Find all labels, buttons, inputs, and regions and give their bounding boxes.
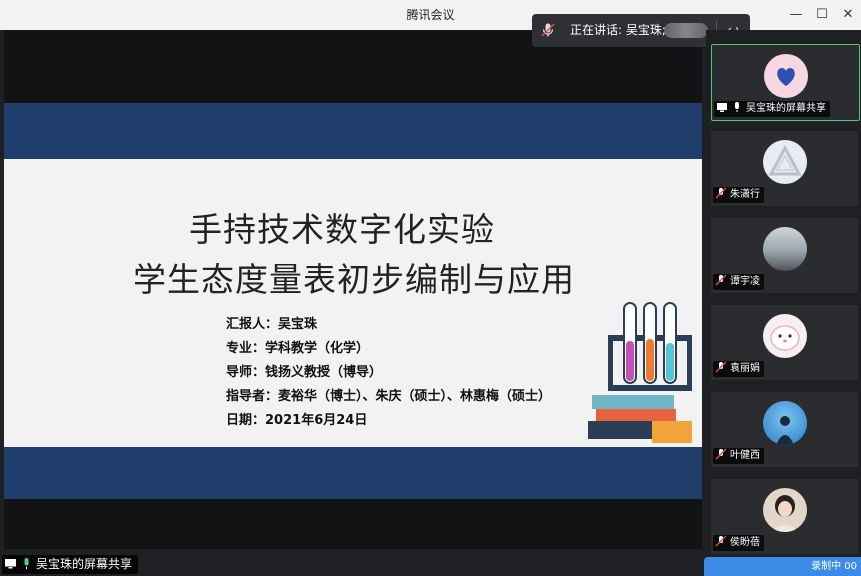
screen-share-icon	[5, 559, 16, 569]
slide-bottom-band	[4, 447, 702, 499]
participant-name: 朱潇行	[730, 189, 760, 200]
presentation-slide: 手持技术数字化实验 学生态度量表初步编制与应用 汇报人：吴宝珠 专业：学科教学（…	[4, 103, 702, 499]
info-value: 学科教学（化学）	[265, 341, 370, 356]
participant-name: 谭宇凌	[730, 276, 760, 287]
participant-tile[interactable]: 吴宝珠的屏幕共享	[711, 44, 860, 121]
participant-label: 吴宝珠的屏幕共享	[714, 101, 830, 117]
mic-off-icon	[715, 448, 727, 460]
slide-info-reporter: 汇报人：吴宝珠	[226, 313, 317, 332]
slide-info-instructors: 指导者：麦裕华（博士）、朱庆（硕士）、林惠梅（硕士）	[226, 385, 551, 404]
slide-info-major: 专业：学科教学（化学）	[226, 337, 369, 356]
slide-info-date: 日期：2021年6月24日	[226, 409, 367, 428]
mic-icon	[735, 102, 739, 112]
screen-share-banner[interactable]: 吴宝珠的屏幕共享	[2, 555, 139, 574]
blurred-name	[664, 23, 708, 38]
participant-label: 谭宇凌	[713, 274, 764, 290]
mic-off-icon	[715, 274, 727, 286]
participant-tile[interactable]: 朱潇行	[711, 131, 858, 206]
participant-tile[interactable]: 叶健西	[711, 392, 858, 467]
participant-name: 袁丽娟	[730, 363, 760, 374]
participant-label: 叶健西	[713, 448, 764, 464]
participant-label: 朱潇行	[713, 187, 764, 203]
participant-tile[interactable]: 谭宇凌	[711, 218, 858, 293]
recording-status[interactable]: 录制中 00	[704, 557, 861, 576]
mic-off-icon	[715, 187, 727, 199]
participant-label: 袁丽娟	[713, 361, 764, 377]
silhouette-icon	[776, 416, 794, 445]
test-tubes-books-illustration	[588, 302, 692, 443]
mic-off-icon	[541, 23, 555, 37]
participant-name: 吴宝珠的屏幕共享	[746, 103, 826, 114]
share-banner-label: 吴宝珠的屏幕共享	[36, 557, 133, 571]
heart-icon	[777, 68, 795, 86]
participant-label: 侯盼蓓	[713, 535, 764, 551]
slide-info-advisor: 导师：钱扬义教授（博导）	[226, 361, 382, 380]
triangle-pattern-icon	[768, 144, 802, 176]
participant-gallery: 吴宝珠的屏幕共享 朱潇行 谭宇凌 袁丽娟 叶健西 侯盼蓓	[706, 30, 861, 576]
speaking-label: 正在讲话: 吴宝珠;	[570, 23, 666, 37]
slide-title-line2: 学生态度量表初步编制与应用	[133, 260, 575, 299]
minimize-button[interactable]: —	[786, 5, 806, 25]
info-value: 钱扬义教授（博导）	[265, 365, 383, 380]
info-key: 导师：	[226, 365, 266, 380]
info-key: 日期：	[226, 413, 266, 428]
avatar	[764, 54, 808, 98]
info-value: 2021年6月24日	[265, 413, 368, 428]
avatar	[763, 314, 807, 358]
participant-tile[interactable]: 侯盼蓓	[711, 479, 858, 554]
participant-tile[interactable]: 袁丽娟	[711, 305, 858, 380]
info-key: 汇报人：	[226, 317, 279, 332]
avatar	[763, 140, 807, 184]
maximize-button[interactable]: ☐	[812, 5, 832, 25]
participant-name: 侯盼蓓	[730, 537, 760, 548]
info-key: 指导者：	[226, 389, 279, 404]
info-value: 麦裕华（博士）、朱庆（硕士）、林惠梅（硕士）	[278, 389, 552, 404]
cartoon-hamster-icon	[770, 325, 800, 351]
portrait-icon	[771, 495, 799, 532]
avatar	[763, 401, 807, 445]
mic-off-icon	[715, 535, 727, 547]
avatar	[763, 488, 807, 532]
slide-title-line1: 手持技术数字化实验	[189, 210, 495, 249]
slide-top-band	[4, 103, 702, 159]
participant-name: 叶健西	[730, 450, 760, 461]
close-button[interactable]: ✕	[838, 5, 858, 25]
info-key: 专业：	[226, 341, 266, 356]
screen-share-icon	[717, 103, 727, 112]
avatar	[763, 227, 807, 271]
mic-active-icon	[24, 558, 29, 569]
info-value: 吴宝珠	[278, 317, 318, 332]
mic-off-icon	[715, 361, 727, 373]
shared-screen: 手持技术数字化实验 学生态度量表初步编制与应用 汇报人：吴宝珠 专业：学科教学（…	[4, 30, 702, 549]
